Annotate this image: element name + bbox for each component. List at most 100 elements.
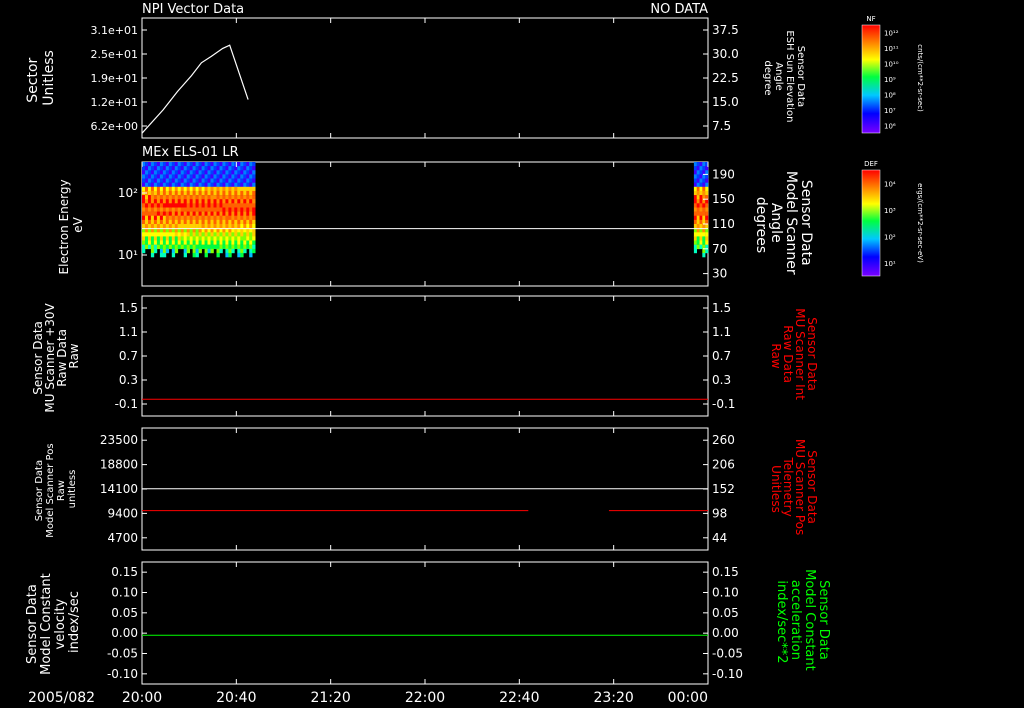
y-tick-label: -0.05 xyxy=(712,647,743,661)
spectrogram-cell xyxy=(246,166,250,171)
spectrogram-cell xyxy=(192,162,196,167)
spectrogram-cell xyxy=(165,186,170,192)
spectrogram-cell xyxy=(156,199,161,204)
spectrogram-cell xyxy=(174,195,179,200)
spectrogram-cell xyxy=(228,190,232,196)
spectrogram-cell xyxy=(249,236,253,241)
spectrogram-cell xyxy=(246,207,250,212)
spectrogram-cell xyxy=(150,224,155,229)
spectrogram-cell xyxy=(148,240,152,245)
spectrogram-cell xyxy=(219,203,223,208)
y-tick-label: 0.15 xyxy=(712,565,739,579)
spectrogram-cell xyxy=(177,232,181,237)
spectrogram-cell xyxy=(145,178,149,183)
spectrogram-cell xyxy=(219,178,223,183)
spectrogram-cell xyxy=(693,224,697,229)
spectrogram-cell xyxy=(201,195,205,200)
spectrogram-cell xyxy=(246,182,250,188)
spectrogram-cell xyxy=(228,195,232,200)
spectrogram-cell xyxy=(195,219,199,225)
spectrogram-cell xyxy=(198,203,202,208)
spectrogram-cell xyxy=(153,219,158,225)
spectrogram-cell xyxy=(204,162,208,167)
spectrogram-cell xyxy=(699,240,703,245)
spectrogram-cell xyxy=(142,240,146,245)
spectrogram-cell xyxy=(150,190,155,196)
spectrogram-cell xyxy=(249,162,253,167)
spectrogram-cell xyxy=(234,207,238,212)
spectrogram-cell xyxy=(207,203,211,208)
spectrogram-cell xyxy=(702,240,706,245)
spectrogram-cell xyxy=(186,211,190,216)
spectrogram-cell xyxy=(702,232,706,237)
spectrogram-cell xyxy=(198,195,202,200)
spectrogram-cell xyxy=(693,248,697,254)
y-tick-label: 0.10 xyxy=(111,586,138,600)
spectrogram-cell xyxy=(225,174,229,179)
spectrogram-cell xyxy=(162,232,167,237)
spectrogram-cell xyxy=(168,207,173,212)
spectrogram-cell xyxy=(162,240,167,245)
spectrogram-cell xyxy=(228,162,232,167)
spectrogram-cell xyxy=(207,219,211,225)
spectrogram-cell xyxy=(171,162,176,167)
spectrogram-cell xyxy=(177,186,181,192)
spectrogram-cell xyxy=(195,244,199,250)
spectrogram-cell xyxy=(142,199,146,204)
spectrogram-cell xyxy=(216,244,220,250)
spectrogram-cell xyxy=(240,203,244,208)
spectrogram-cell xyxy=(168,240,173,245)
spectrogram-cell xyxy=(150,252,155,258)
spectrogram-cell xyxy=(145,240,149,245)
spectrogram-cell xyxy=(145,232,149,237)
spectrogram-cell xyxy=(240,219,244,225)
spectrogram-cell xyxy=(252,219,256,225)
spectrogram-cell xyxy=(249,219,253,225)
spectrogram-cell xyxy=(243,207,247,212)
spectrogram-cell xyxy=(219,190,223,196)
spectrogram-cell xyxy=(231,178,235,183)
spectrogram-cell xyxy=(243,190,247,196)
spectrogram-cell xyxy=(174,240,179,245)
spectrogram-cell xyxy=(231,166,235,171)
spectrogram-cell xyxy=(699,178,703,183)
spectrogram-cell xyxy=(228,174,232,179)
spectrogram-cell xyxy=(153,186,158,192)
spectrogram-cell xyxy=(222,236,226,241)
spectrogram-cell xyxy=(174,236,179,241)
spectrogram-cell xyxy=(216,224,220,229)
spectrogram-cell xyxy=(246,240,250,245)
spectrogram-cell xyxy=(693,240,697,245)
spectrogram-cell xyxy=(216,190,220,196)
spectrogram-cell xyxy=(195,174,199,179)
spectrogram-cell xyxy=(243,248,247,254)
y-tick-label: 152 xyxy=(712,482,735,496)
spectrogram-cell xyxy=(159,162,164,167)
spectrogram-cell xyxy=(219,248,223,254)
spectrogram-cell xyxy=(213,236,217,241)
spectrogram-cell xyxy=(237,170,241,175)
spectrogram-cell xyxy=(222,207,226,212)
spectrogram-cell xyxy=(180,240,184,245)
spectrogram-cell xyxy=(213,224,217,229)
spectrogram-cell xyxy=(705,232,709,237)
spectrogram-cell xyxy=(189,211,193,216)
spectrogram-cell xyxy=(702,178,706,183)
spectrogram-cell xyxy=(252,215,256,221)
spectrogram-cell xyxy=(705,182,709,188)
spectrogram-cell xyxy=(183,199,187,204)
y-tick-label: 1.2e+01 xyxy=(91,96,138,109)
y-tick-label: 0.7 xyxy=(119,349,138,363)
spectrogram-cell xyxy=(204,186,208,192)
spectrogram-cell xyxy=(204,240,208,245)
spectrogram-cell xyxy=(696,186,700,192)
spectrogram-cell xyxy=(216,219,220,225)
spectrogram-cell xyxy=(237,174,241,179)
y-tick-label: 4700 xyxy=(107,531,138,545)
y-tick-label: -0.1 xyxy=(712,397,735,411)
spectrogram-cell xyxy=(216,207,220,212)
spectrogram-cell xyxy=(204,236,208,241)
spectrogram-cell xyxy=(204,252,208,258)
spectrogram-cell xyxy=(693,244,697,250)
spectrogram-cell xyxy=(177,195,181,200)
